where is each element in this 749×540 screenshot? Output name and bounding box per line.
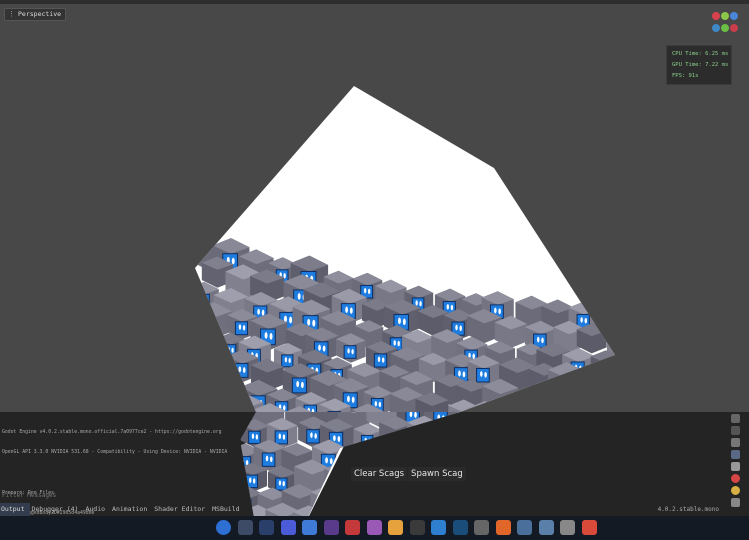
log-line: OpenGL API 3.3.0 NVIDIA 531.68 - Compati… bbox=[2, 449, 228, 455]
media-icon[interactable] bbox=[323, 520, 339, 535]
godot-icon[interactable] bbox=[302, 520, 317, 535]
neg-x-axis-dot[interactable] bbox=[730, 24, 738, 32]
scag-block bbox=[590, 350, 615, 381]
tab-output[interactable]: Output bbox=[0, 503, 31, 516]
log-filter-icon[interactable] bbox=[730, 462, 740, 471]
scag-controls: Clear Scags Spawn Scag bbox=[351, 467, 466, 481]
clear-icon[interactable] bbox=[730, 438, 740, 447]
x-axis-dot[interactable] bbox=[712, 12, 720, 20]
bottom-tabs: Output Debugger (4) Audio Animation Shad… bbox=[0, 503, 246, 516]
browser-icon[interactable] bbox=[259, 520, 274, 535]
app-icon-2[interactable] bbox=[517, 520, 532, 535]
visual-studio-icon[interactable] bbox=[431, 520, 446, 535]
scag-block bbox=[200, 392, 230, 412]
app-icon[interactable] bbox=[366, 520, 382, 535]
z-axis-dot[interactable] bbox=[730, 12, 738, 20]
app-x-icon[interactable] bbox=[237, 520, 253, 535]
scag-block bbox=[195, 365, 227, 403]
axis-gizmo-icon[interactable] bbox=[710, 11, 740, 37]
scag-block bbox=[547, 362, 586, 400]
scene-canvas bbox=[195, 86, 615, 412]
discord-icon[interactable] bbox=[280, 520, 296, 535]
image-editor-icon[interactable] bbox=[581, 520, 597, 535]
perspective-button[interactable]: ⋮ Perspective bbox=[4, 8, 67, 21]
cpu-time: CPU Time: 6.25 ms bbox=[672, 51, 729, 57]
scag-block bbox=[579, 366, 612, 399]
scag-block bbox=[211, 373, 243, 405]
filter-messages-input[interactable]: Filter Messages bbox=[0, 490, 250, 502]
clear-scags-button[interactable]: Clear Scags bbox=[351, 467, 408, 481]
bottom-panel: Godot Engine v4.0.2.stable.mono.official… bbox=[0, 412, 749, 537]
os-taskbar bbox=[0, 516, 749, 540]
scag-block bbox=[496, 403, 525, 412]
vertical-dots-icon: ⋮ bbox=[8, 10, 15, 18]
window-icon[interactable] bbox=[560, 520, 575, 535]
scag-block bbox=[515, 386, 547, 412]
firefox-icon[interactable] bbox=[495, 520, 511, 535]
game-icon[interactable] bbox=[345, 520, 360, 535]
spawn-scag-button[interactable]: Spawn Scag bbox=[408, 467, 466, 481]
tab-animation[interactable]: Animation bbox=[111, 503, 153, 516]
tab-debugger[interactable]: Debugger (4) bbox=[30, 503, 84, 516]
log-line: Godot Engine v4.0.2.stable.mono.official… bbox=[2, 429, 222, 435]
tab-shader-editor[interactable]: Shader Editor bbox=[153, 503, 211, 516]
gpu-time: GPU Time: 7.22 ms bbox=[672, 62, 729, 68]
neg-z-axis-dot[interactable] bbox=[712, 24, 720, 32]
scag-block bbox=[589, 394, 615, 412]
version-label: 4.0.2.stable.mono bbox=[657, 506, 719, 513]
scag-block bbox=[537, 390, 569, 412]
tab-audio[interactable]: Audio bbox=[84, 503, 111, 516]
search-icon[interactable] bbox=[388, 520, 403, 535]
y-axis-dot[interactable] bbox=[721, 12, 729, 20]
output-toolbar bbox=[724, 412, 746, 516]
3d-viewport[interactable]: ⋮ Perspective CPU Time: 6.25 ms GPU Time… bbox=[0, 0, 749, 412]
editor-filter-icon[interactable] bbox=[730, 498, 740, 507]
search-icon[interactable] bbox=[730, 450, 740, 459]
error-filter-icon[interactable] bbox=[730, 474, 740, 483]
tab-msbuild[interactable]: MSBuild bbox=[211, 503, 245, 516]
perspective-label: Perspective bbox=[18, 10, 62, 18]
performance-overlay: CPU Time: 6.25 ms GPU Time: 7.22 ms FPS:… bbox=[666, 45, 732, 85]
scag-block bbox=[603, 369, 615, 404]
start-orb-icon[interactable] bbox=[216, 520, 231, 535]
copy-icon[interactable] bbox=[730, 426, 740, 435]
warning-filter-icon[interactable] bbox=[730, 486, 740, 495]
scag-block bbox=[195, 325, 222, 359]
steam-icon[interactable] bbox=[452, 520, 468, 535]
app-icon-3[interactable] bbox=[538, 520, 554, 535]
terminal-icon[interactable] bbox=[409, 520, 425, 535]
scag-block bbox=[196, 344, 232, 381]
settings-icon[interactable] bbox=[474, 520, 489, 535]
scag-block bbox=[567, 394, 597, 412]
fps: FPS: 91s bbox=[672, 73, 699, 79]
neg-y-axis-dot[interactable] bbox=[721, 24, 729, 32]
pin-icon[interactable] bbox=[730, 414, 740, 423]
